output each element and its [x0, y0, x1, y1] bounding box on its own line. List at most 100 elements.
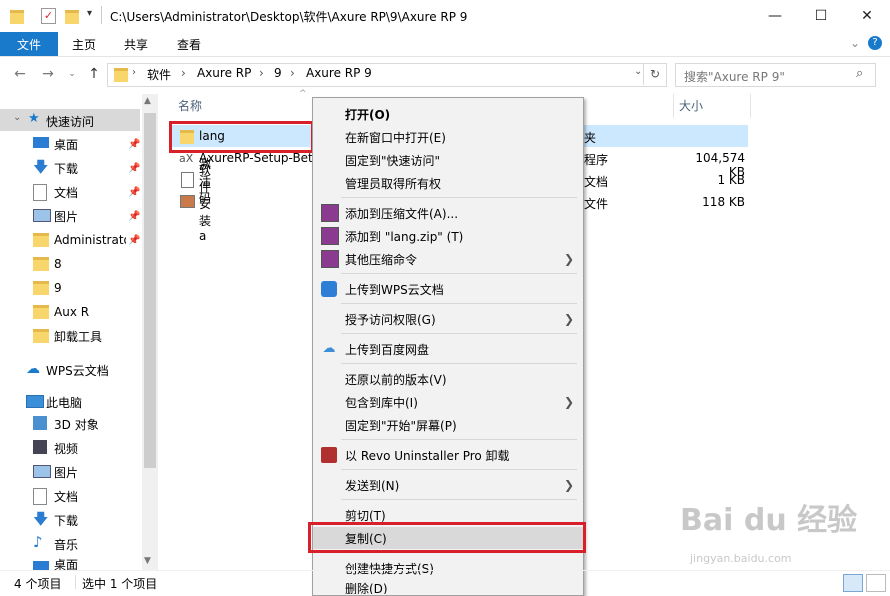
forward-button[interactable]: → — [38, 64, 58, 84]
nav-quick-access[interactable]: 快速访问 — [46, 113, 94, 130]
folder-icon — [114, 68, 128, 82]
pin-icon: 📌 — [128, 162, 141, 174]
menu-item-add-archive[interactable]: 添加到压缩文件(A)... — [313, 202, 583, 224]
nav-item-aux-r[interactable]: Aux R — [0, 300, 140, 324]
large-icons-view-icon[interactable] — [866, 574, 886, 592]
breadcrumb-item[interactable]: 软件 — [147, 66, 171, 83]
winrar-icon — [321, 227, 339, 245]
nav-item-8[interactable]: 8 — [0, 252, 140, 276]
menu-item-label: 添加到压缩文件(A)... — [345, 206, 459, 221]
file-type: 夹 — [584, 131, 597, 145]
nav-wps-cloud[interactable]: WPS云文档 — [46, 362, 109, 379]
menu-item-open[interactable]: 打开(O) — [313, 103, 583, 125]
column-header-size[interactable]: 大小 — [679, 97, 703, 114]
nav-item-uninstall-tools[interactable]: 卸载工具 — [0, 324, 140, 348]
breadcrumb-item[interactable]: Axure RP 9 — [306, 66, 372, 80]
address-dropdown-icon[interactable]: ⌄ — [634, 66, 642, 77]
properties-icon[interactable]: ✓ — [41, 8, 56, 24]
menu-item-take-ownership[interactable]: 管理员取得所有权 — [313, 172, 583, 194]
menu-item-label: 上传到WPS云文档 — [345, 282, 444, 297]
status-bar: 4 个项目 选中 1 个项目 — [0, 570, 890, 595]
column-divider — [673, 94, 674, 118]
breadcrumb-item[interactable]: Axure RP — [197, 66, 251, 80]
recent-locations-icon[interactable]: ⌄ — [62, 64, 82, 84]
tab-file[interactable]: 文件 — [0, 32, 58, 56]
address-bar[interactable]: › — [107, 63, 667, 87]
tab-view[interactable]: 查看 — [177, 32, 201, 56]
close-button[interactable]: ✕ — [844, 0, 890, 32]
download-icon: 🡇 — [33, 158, 49, 176]
title-bar: ✓ ▾ C:\Users\Administrator\Desktop\软件\Ax… — [0, 0, 890, 32]
chevron-right-icon[interactable]: › — [259, 66, 264, 80]
menu-item-label: 打开(O) — [345, 107, 391, 122]
menu-item-upload-wps[interactable]: 上传到WPS云文档 — [313, 278, 583, 300]
back-button[interactable]: ← — [10, 64, 30, 84]
menu-separator — [341, 499, 577, 500]
nav-item-label: 文档 — [54, 185, 79, 200]
menu-item-send-to[interactable]: 发送到(N) ❯ — [313, 474, 583, 496]
refresh-icon[interactable]: ↻ — [643, 63, 666, 85]
tab-home[interactable]: 主页 — [72, 32, 96, 56]
nav-item-3d-objects[interactable]: 3D 对象 — [0, 412, 140, 436]
menu-item-label: 添加到 "lang.zip" (T) — [345, 229, 464, 244]
menu-item-pin-start[interactable]: 固定到"开始"屏幕(P) — [313, 414, 583, 436]
file-size: 118 KB — [702, 195, 745, 209]
nav-item-administrator[interactable]: Administrato 📌 — [0, 228, 140, 252]
menu-item-label: 以 Revo Uninstaller Pro 卸载 — [345, 448, 510, 463]
up-button[interactable]: ↑ — [84, 64, 104, 84]
menu-item-other-compress[interactable]: 其他压缩命令 ❯ — [313, 248, 583, 270]
chevron-right-icon[interactable]: › — [181, 66, 186, 80]
cloud-icon: ☁ — [26, 361, 40, 377]
nav-item-desktop-pc[interactable]: 桌面 — [0, 556, 140, 570]
menu-item-pin-quick-access[interactable]: 固定到"快速访问" — [313, 149, 583, 171]
pin-icon: 📌 — [128, 186, 141, 198]
nav-item-documents[interactable]: 文档 📌 — [0, 180, 140, 204]
nav-item-label: 卸载工具 — [54, 329, 103, 344]
nav-item-label: 桌面 — [54, 137, 79, 152]
customize-toolbar-icon[interactable]: ▾ — [87, 8, 92, 19]
menu-item-label: 管理员取得所有权 — [345, 176, 442, 191]
minimize-button[interactable]: — — [752, 0, 798, 32]
star-icon: ★ — [28, 111, 40, 126]
nav-item-downloads-pc[interactable]: 🡇 下载 — [0, 508, 140, 532]
nav-scrollbar-thumb[interactable] — [144, 113, 156, 468]
column-header-name[interactable]: 名称 — [178, 97, 202, 114]
search-input[interactable]: 搜索"Axure RP 9" ⌕ — [675, 63, 876, 87]
menu-item-open-new-window[interactable]: 在新窗口中打开(E) — [313, 126, 583, 148]
menu-item-upload-baidu[interactable]: ☁ 上传到百度网盘 — [313, 338, 583, 360]
nav-item-music[interactable]: ♪ 音乐 — [0, 532, 140, 556]
help-icon[interactable]: ? — [868, 36, 882, 50]
collapse-ribbon-icon[interactable]: ⌄ — [850, 36, 860, 50]
chevron-down-icon[interactable]: ⌄ — [13, 112, 21, 123]
nav-item-label: 8 — [54, 257, 62, 271]
sort-up-icon: ^ — [299, 89, 307, 99]
details-view-icon[interactable] — [843, 574, 863, 592]
nav-item-pictures[interactable]: 图片 📌 — [0, 204, 140, 228]
chevron-right-icon: ❯ — [564, 252, 575, 266]
menu-item-revo-uninstall[interactable]: 以 Revo Uninstaller Pro 卸载 — [313, 444, 583, 466]
menu-item-add-lang-zip[interactable]: 添加到 "lang.zip" (T) — [313, 225, 583, 247]
nav-item-documents-pc[interactable]: 文档 — [0, 484, 140, 508]
tab-share[interactable]: 共享 — [124, 32, 148, 56]
menu-item-restore-versions[interactable]: 还原以前的版本(V) — [313, 368, 583, 390]
chevron-right-icon[interactable]: › — [290, 66, 295, 80]
menu-item-grant-access[interactable]: 授予访问权限(G) ❯ — [313, 308, 583, 330]
new-folder-icon[interactable] — [65, 10, 79, 24]
folder-icon — [33, 281, 49, 295]
nav-item-videos[interactable]: 视频 — [0, 436, 140, 460]
search-icon: ⌕ — [856, 66, 864, 81]
nav-item-downloads[interactable]: 🡇 下载 📌 — [0, 156, 140, 180]
nav-this-pc[interactable]: 此电脑 — [46, 394, 82, 411]
breadcrumb-item[interactable]: 9 — [274, 66, 282, 80]
nav-item-9[interactable]: 9 — [0, 276, 140, 300]
chevron-right-icon[interactable]: › — [132, 67, 136, 78]
scroll-down-icon[interactable]: ▼ — [144, 556, 151, 566]
scroll-up-icon[interactable]: ▲ — [144, 96, 151, 106]
picture-icon — [33, 209, 51, 222]
nav-item-pictures-pc[interactable]: 图片 — [0, 460, 140, 484]
maximize-button[interactable]: ☐ — [798, 0, 844, 32]
baidu-watermark-url: jingyan.baidu.com — [690, 552, 792, 565]
document-icon — [33, 184, 47, 201]
menu-item-include-library[interactable]: 包含到库中(I) ❯ — [313, 391, 583, 413]
nav-item-desktop[interactable]: 桌面 📌 — [0, 132, 140, 156]
